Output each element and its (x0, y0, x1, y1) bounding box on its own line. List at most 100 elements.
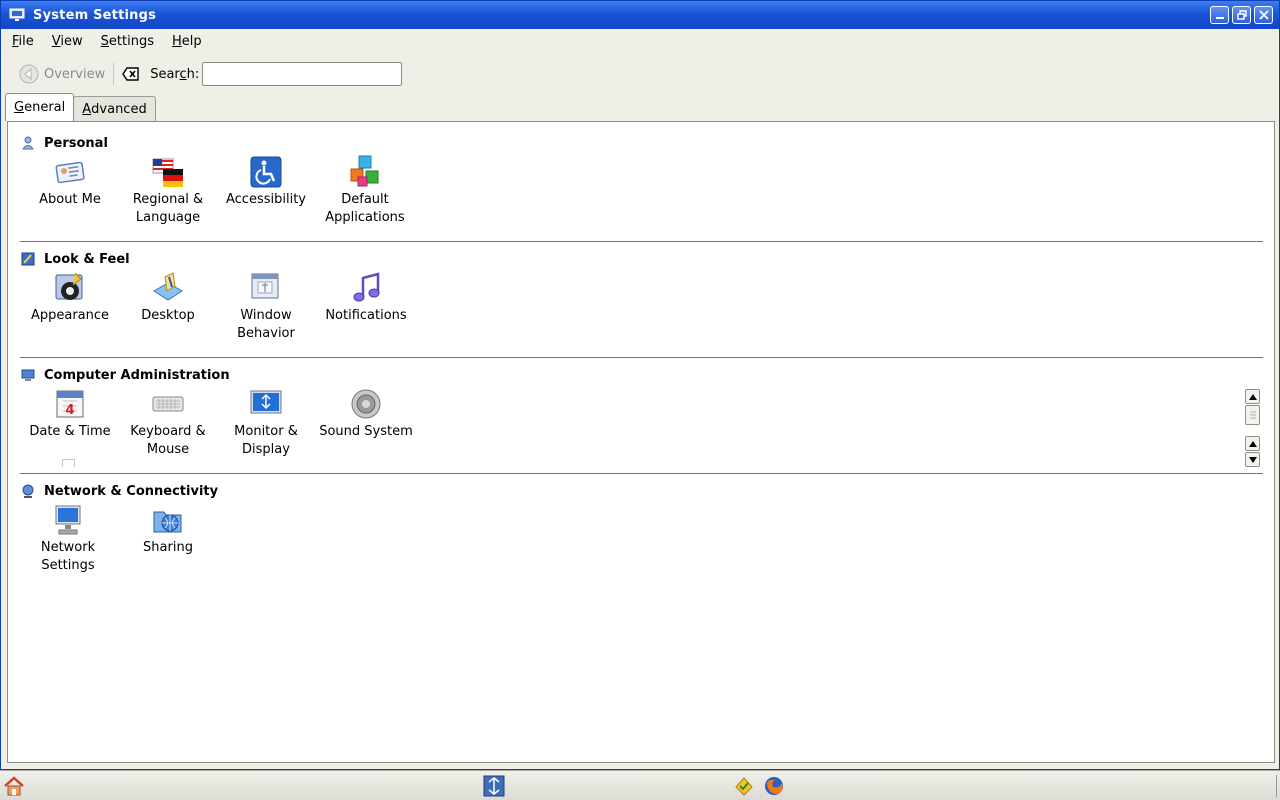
section-look-feel: Look & Feel Appearance Desktop Window Be… (20, 249, 1264, 341)
menu-help[interactable]: Help (161, 34, 209, 49)
network-icon (22, 484, 34, 498)
item-date-time[interactable]: 4 Date & Time (20, 387, 120, 441)
scroll-up-button-2[interactable] (1245, 436, 1260, 451)
speaker-icon (351, 389, 381, 419)
tab-bar: General Advanced (5, 93, 156, 121)
item-accessibility[interactable]: Accessibility (216, 155, 316, 209)
section-computer-administration: Computer Administration 4 Date & Time Ke… (20, 365, 1264, 457)
item-regional-language[interactable]: Regional & Language (118, 155, 218, 227)
item-label: Monitor & (234, 424, 298, 439)
section-title-network-connectivity: Network & Connectivity (44, 483, 219, 499)
menu-file-label: ile (18, 33, 34, 49)
desktop-icon (153, 272, 183, 301)
tiny-checkbox (62, 459, 75, 467)
menu-help-mnemonic: H (171, 33, 182, 49)
item-label: Sound System (319, 424, 413, 439)
item-label: Date & Time (29, 424, 111, 439)
menu-view-label: iew (60, 33, 83, 49)
tab-advanced-label: dvanced (91, 101, 147, 117)
flags-icon (152, 158, 183, 187)
search-label-mnemonic: c (179, 66, 187, 82)
tab-general[interactable]: General (5, 93, 75, 121)
item-sharing[interactable]: Sharing (118, 503, 218, 557)
restore-icon (1236, 10, 1247, 20)
scrollbar-upper[interactable] (1245, 389, 1261, 425)
item-monitor-display[interactable]: Monitor & Display (216, 387, 316, 459)
section-title-computer-administration: Computer Administration (44, 367, 230, 383)
arrow-down-icon (1248, 456, 1257, 463)
item-label: Network (40, 540, 96, 555)
item-label-line2: Display (242, 442, 290, 457)
item-keyboard-mouse[interactable]: Keyboard & Mouse (118, 387, 218, 459)
close-button[interactable] (1254, 6, 1273, 24)
section-network-connectivity: Network & Connectivity Network Settings (20, 481, 1264, 573)
home-menu-icon[interactable] (3, 775, 25, 797)
calendar-icon: 4 (56, 390, 84, 418)
arrow-up-icon (1248, 440, 1257, 447)
scroll-up-button[interactable] (1245, 389, 1260, 404)
system-settings-task-icon[interactable] (483, 775, 505, 797)
overview-button[interactable]: Overview (19, 64, 105, 84)
updates-tray-icon[interactable] (733, 775, 755, 797)
system-settings-app-icon (9, 8, 25, 21)
item-label: Appearance (30, 308, 110, 323)
item-label-line2: Applications (325, 210, 405, 225)
scroll-down-button[interactable] (1245, 452, 1260, 467)
section-divider (20, 241, 1263, 242)
item-label-line2: Settings (41, 558, 95, 573)
item-window-behavior[interactable]: Window Behavior (216, 271, 316, 343)
svg-text:4: 4 (65, 403, 74, 418)
tab-general-mnemonic: G (14, 100, 25, 115)
clear-search-icon[interactable] (122, 67, 140, 81)
taskbar (0, 770, 1280, 800)
firefox-tray-icon[interactable] (763, 775, 785, 797)
person-icon (22, 136, 34, 150)
section-header-network-connectivity: Network & Connectivity (20, 481, 1264, 501)
minimize-button[interactable] (1210, 6, 1229, 24)
about-me-icon (55, 161, 85, 184)
search-label: Search: (150, 67, 199, 82)
scroll-thumb[interactable] (1245, 405, 1260, 425)
section-divider (20, 473, 1263, 474)
title-bar[interactable]: System Settings (1, 1, 1279, 29)
search-label-pre: Sear (150, 66, 180, 82)
section-title-look-feel: Look & Feel (44, 251, 130, 267)
item-desktop[interactable]: Desktop (118, 271, 218, 325)
item-network-settings[interactable]: Network Settings (18, 503, 118, 575)
section-title-personal: Personal (44, 135, 108, 151)
menu-view[interactable]: View (41, 34, 90, 49)
restore-button[interactable] (1232, 6, 1251, 24)
accessibility-icon (250, 156, 282, 188)
item-label: Keyboard & (130, 424, 206, 439)
menu-file[interactable]: File (1, 34, 41, 49)
menu-settings-mnemonic: S (100, 33, 109, 49)
window-behavior-icon (251, 273, 279, 299)
search-label-post: h: (186, 66, 200, 82)
item-about-me[interactable]: About Me (20, 155, 120, 209)
item-label: Window (240, 308, 292, 323)
menu-settings[interactable]: Settings (90, 34, 161, 49)
network-settings-icon (55, 505, 81, 535)
item-sound-system[interactable]: Sound System (316, 387, 416, 441)
menu-bar: File View Settings Help (1, 29, 1279, 53)
item-appearance[interactable]: Appearance (20, 271, 120, 325)
item-label: Desktop (141, 308, 195, 323)
section-header-look-feel: Look & Feel (20, 249, 1264, 269)
sharing-icon (153, 511, 182, 533)
search-input[interactable] (202, 62, 403, 86)
section-header-computer-administration: Computer Administration (20, 365, 1264, 385)
item-default-applications[interactable]: Default Applications (315, 155, 415, 227)
minimize-icon (1215, 17, 1224, 19)
settings-panel: Personal About Me Regional & Language Ac… (7, 121, 1275, 763)
tab-advanced-mnemonic: A (82, 101, 92, 117)
tab-advanced[interactable]: Advanced (73, 96, 156, 121)
arrow-up-icon (1248, 393, 1257, 400)
monitor-icon (250, 390, 282, 414)
music-note-icon (353, 272, 380, 302)
item-label: Sharing (143, 540, 193, 555)
item-notifications[interactable]: Notifications (316, 271, 416, 325)
scrollbar-lower[interactable] (1245, 436, 1261, 467)
look-feel-icon (21, 252, 35, 266)
item-label-line2: Language (135, 210, 201, 225)
cubes-icon (350, 155, 379, 187)
